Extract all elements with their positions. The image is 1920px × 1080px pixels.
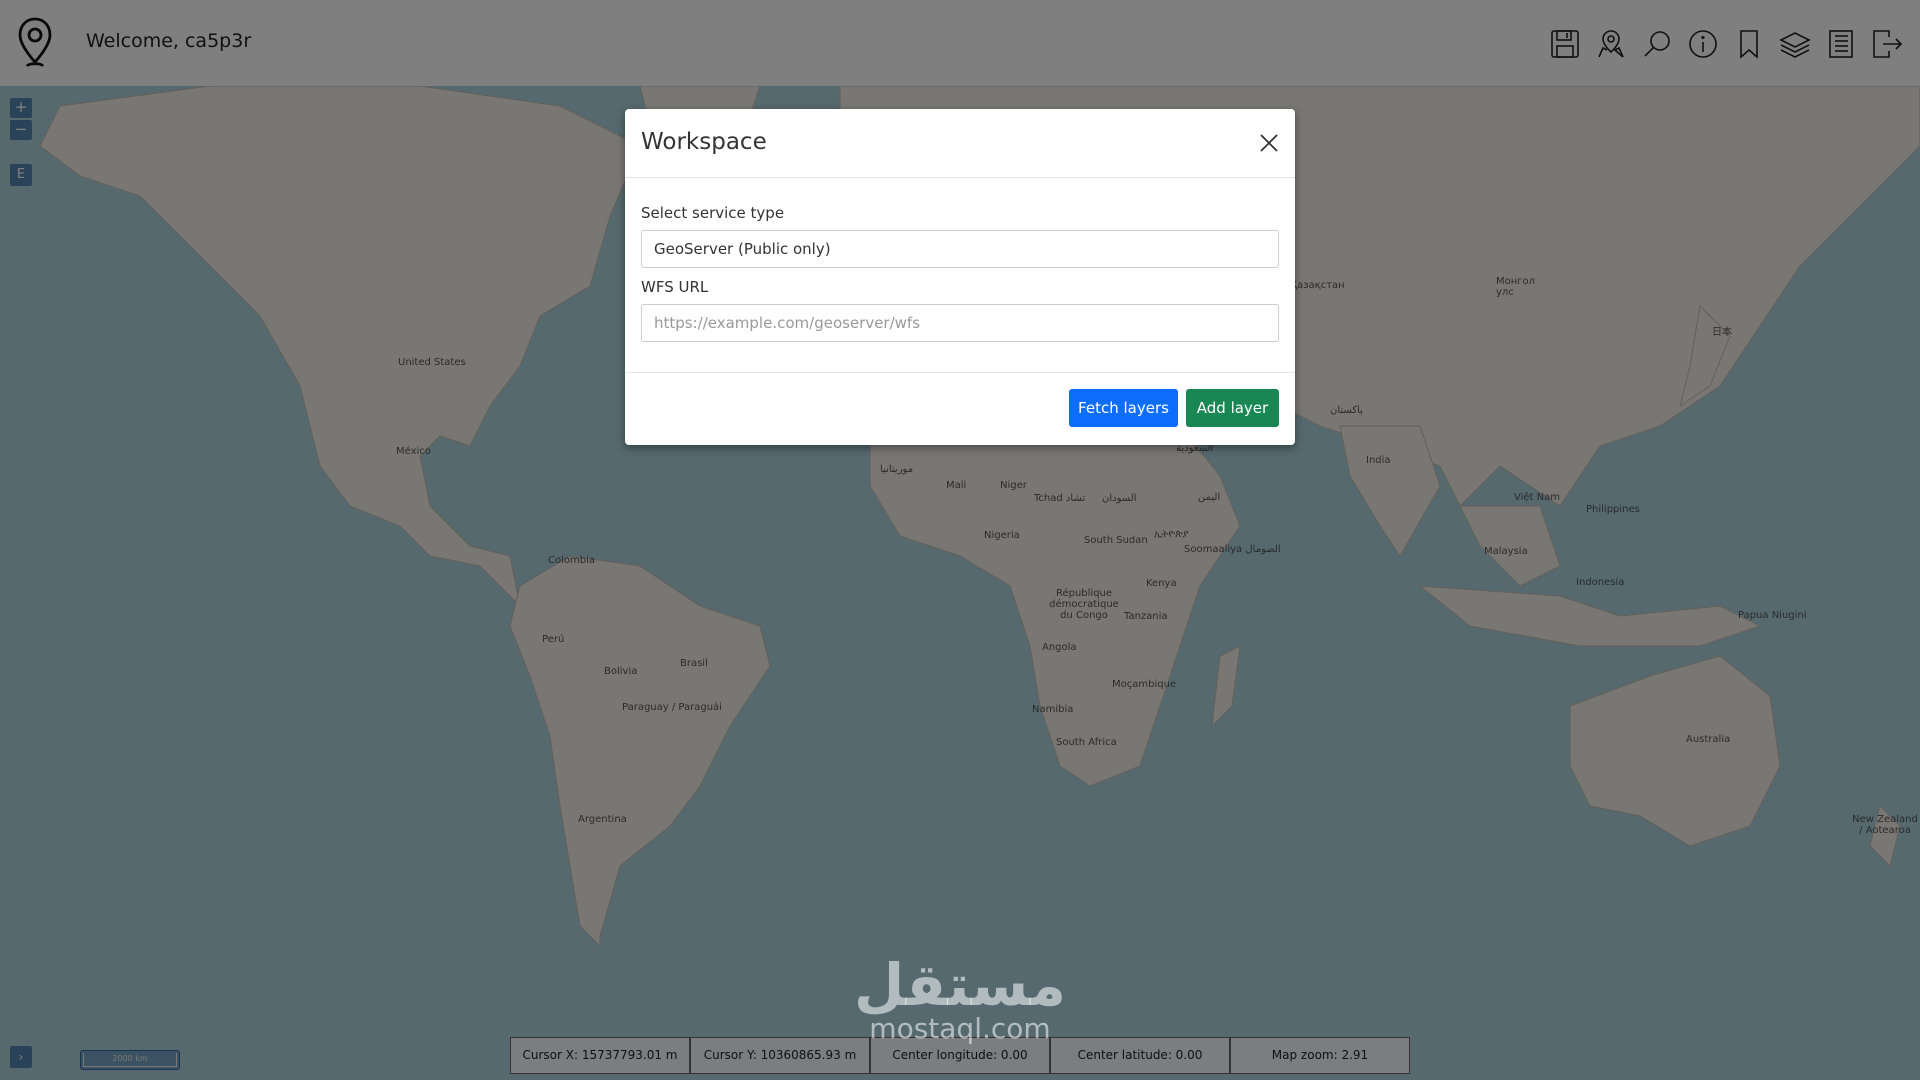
service-type-label: Select service type	[641, 204, 785, 222]
service-type-value: GeoServer (Public only)	[654, 240, 831, 258]
modal-title: Workspace	[641, 129, 767, 155]
wfs-url-placeholder: https://example.com/geoserver/wfs	[654, 314, 921, 332]
add-layer-button[interactable]: Add layer	[1186, 389, 1279, 427]
watermark-latin: mostaql.com	[869, 1012, 1051, 1045]
modal-body: Select service type GeoServer (Public on…	[625, 178, 1295, 373]
service-type-select[interactable]: GeoServer (Public only)	[641, 230, 1279, 268]
wfs-url-label: WFS URL	[641, 278, 709, 296]
fetch-layers-button[interactable]: Fetch layers	[1069, 389, 1178, 427]
workspace-modal: Workspace Select service type GeoServer …	[625, 109, 1295, 445]
close-button[interactable]	[1257, 131, 1281, 155]
modal-footer: Fetch layers Add layer	[625, 373, 1295, 445]
wfs-url-input[interactable]: https://example.com/geoserver/wfs	[641, 304, 1279, 342]
watermark-arabic: مستقل	[853, 951, 1067, 1019]
modal-header: Workspace	[625, 109, 1295, 178]
watermark: مستقل mostaql.com	[840, 955, 1080, 1043]
close-icon	[1260, 134, 1278, 152]
